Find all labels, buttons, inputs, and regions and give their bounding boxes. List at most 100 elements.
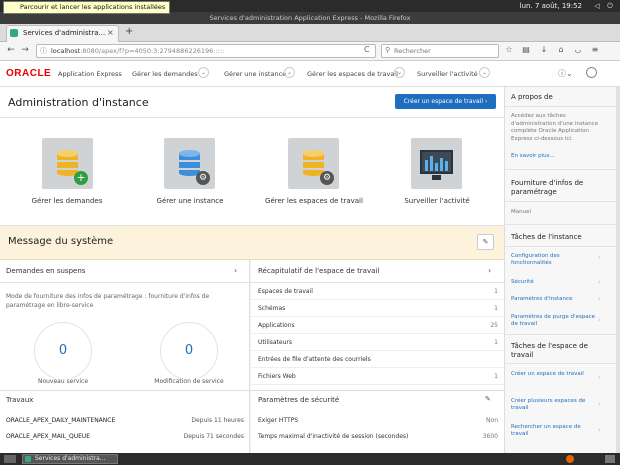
menu-gerer-demandes[interactable]: Gérer les demandes xyxy=(132,66,198,82)
help-icon[interactable]: ⓘ⌄ xyxy=(558,68,573,79)
user-avatar-icon[interactable] xyxy=(586,67,597,78)
database-add-icon[interactable]: + xyxy=(42,138,93,189)
new-service-counter[interactable]: 0 xyxy=(34,322,92,380)
taskbar-window-item[interactable]: Services d'administra... xyxy=(22,454,118,464)
about-text: Accédez aux tâches d'administration d'un… xyxy=(511,113,599,142)
sidebar-link-purge[interactable]: Paramètres de purge d'espace de travail xyxy=(511,314,597,328)
download-icon[interactable]: ↓ xyxy=(539,45,549,54)
summary-label: Entrées de file d'attente des courriels xyxy=(258,356,371,363)
workspace-summary-title[interactable]: Récapitulatif de l'espace de travail xyxy=(258,267,379,275)
sidebar-link-parametres-instance[interactable]: Paramètres d'instance xyxy=(511,296,597,303)
page-title: Administration d'instance xyxy=(8,96,149,109)
chevron-right-icon[interactable]: › xyxy=(234,266,237,275)
instance-tasks-title: Tâches de l'instance xyxy=(511,233,582,241)
system-message-title: Message du système xyxy=(8,236,114,247)
security-label: Temps maximal d'inactivité de session (s… xyxy=(258,433,409,440)
chevron-right-icon[interactable]: › xyxy=(598,253,601,261)
pending-requests-title[interactable]: Demandes en suspens xyxy=(6,267,85,275)
close-tab-icon[interactable]: × xyxy=(107,28,114,37)
oracle-logo[interactable]: ORACLE xyxy=(6,68,51,79)
security-label: Exiger HTTPS xyxy=(258,417,299,424)
menu-surveiller-activite[interactable]: Surveiller l'activité xyxy=(417,66,478,82)
site-info-icon[interactable]: ⓘ xyxy=(40,46,47,56)
firefox-icon[interactable] xyxy=(566,455,574,463)
sidebar-link-find-workspace[interactable]: Rechercher un espace de travail xyxy=(511,424,597,438)
summary-label: Applications xyxy=(258,322,295,329)
hamburger-menu-icon[interactable]: ≡ xyxy=(590,45,600,54)
jobs-title: Travaux xyxy=(6,396,34,404)
speaker-icon[interactable]: ◁ xyxy=(593,2,601,10)
clock[interactable]: lun. 7 août, 19:52 xyxy=(520,1,582,11)
reload-icon[interactable]: C xyxy=(364,45,370,54)
show-desktop-icon[interactable] xyxy=(4,455,16,463)
tile-label[interactable]: Gérer les espaces de travail xyxy=(254,197,374,205)
divider xyxy=(504,363,616,364)
home-icon[interactable]: ⌂ xyxy=(556,45,566,54)
summary-value: 1 xyxy=(494,373,498,380)
table-row[interactable] xyxy=(251,300,504,317)
chevron-down-icon[interactable]: ⌄ xyxy=(284,67,295,78)
power-icon[interactable]: ⏻ xyxy=(606,2,614,10)
chevron-down-icon[interactable]: ⌄ xyxy=(394,67,405,78)
divider xyxy=(504,334,616,335)
divider xyxy=(504,169,616,170)
chevron-right-icon[interactable]: › xyxy=(598,295,601,303)
apex-favicon-icon xyxy=(10,29,18,37)
service-change-counter[interactable]: 0 xyxy=(160,322,218,380)
forward-icon[interactable]: → xyxy=(20,45,30,55)
edit-pencil-icon[interactable]: ✎ xyxy=(485,395,491,403)
summary-label: Fichiers Web xyxy=(258,373,296,380)
pocket-icon[interactable]: ◡ xyxy=(573,45,583,54)
database-gear-icon[interactable]: ⚙ xyxy=(288,138,339,189)
security-settings-title: Paramètres de sécurité xyxy=(258,396,340,404)
search-input[interactable]: Rechercher xyxy=(381,44,499,58)
about-title: A propos de xyxy=(511,93,553,101)
new-service-label: Nouveau service xyxy=(18,378,108,385)
sidebar-link-create-multiple[interactable]: Créer plusieurs espaces de travail xyxy=(511,398,597,412)
job-when: Depuis 71 secondes xyxy=(183,433,244,440)
url-field[interactable]: localhost:8080/apex/f?p=4050:3:279488622… xyxy=(36,44,376,58)
provisioning-value: Manuel xyxy=(511,209,531,215)
sidebar-link-create-workspace[interactable]: Créer un espace de travail xyxy=(511,371,597,378)
security-value: Non xyxy=(486,417,498,424)
tile-label[interactable]: Gérer les demandes xyxy=(7,197,127,205)
summary-label: Utilisateurs xyxy=(258,339,292,346)
chevron-down-icon[interactable]: ⌄ xyxy=(479,67,490,78)
chevron-right-icon[interactable]: › xyxy=(598,426,601,434)
tile-label[interactable]: Surveiller l'activité xyxy=(377,197,497,205)
menu-gerer-instance[interactable]: Gérer une instance xyxy=(224,66,286,82)
service-change-label: Modification de service xyxy=(144,378,234,385)
chevron-right-icon[interactable]: › xyxy=(598,373,601,381)
menu-gerer-espaces[interactable]: Gérer les espaces de travail xyxy=(307,66,398,82)
job-when: Depuis 11 heures xyxy=(191,417,244,424)
workspace-pager-icon[interactable] xyxy=(605,455,615,463)
sidebar-link-securite[interactable]: Sécurité xyxy=(511,279,597,286)
url-path: :8080/apex/f?p=4050:3:2794886226196::::: xyxy=(80,47,225,55)
scrollbar[interactable] xyxy=(616,87,620,453)
create-workspace-button[interactable]: Créer un espace de travail › xyxy=(395,94,496,109)
learn-more-link[interactable]: En savoir plus... xyxy=(511,153,597,160)
tile-label[interactable]: Gérer une instance xyxy=(130,197,250,205)
back-icon[interactable]: ← xyxy=(6,45,16,55)
database-gear-icon[interactable]: ⚙ xyxy=(164,138,215,189)
job-name: ORACLE_APEX_DAILY_MAINTENANCE xyxy=(6,417,116,424)
edit-pencil-icon[interactable]: ✎ xyxy=(477,234,494,250)
applications-tooltip: Parcourir et lancer les applications ins… xyxy=(3,1,171,14)
library-icon[interactable]: ▤ xyxy=(521,45,531,54)
browser-tab[interactable]: Services d'administra... xyxy=(6,25,119,42)
divider xyxy=(504,201,616,202)
workspace-tasks-title: Tâches de l'espace de travail xyxy=(511,342,588,359)
provisioning-mode-text: Mode de fourniture des infos de paramétr… xyxy=(6,293,210,309)
new-tab-icon[interactable]: + xyxy=(125,26,133,37)
monitor-chart-icon[interactable] xyxy=(411,138,462,189)
chevron-right-icon[interactable]: › xyxy=(598,316,601,324)
summary-value: 25 xyxy=(490,322,498,329)
chevron-right-icon[interactable]: › xyxy=(488,266,491,275)
chevron-down-icon[interactable]: ⌄ xyxy=(198,67,209,78)
summary-label: Schémas xyxy=(258,305,286,312)
divider xyxy=(504,224,616,225)
chevron-right-icon[interactable]: › xyxy=(598,400,601,408)
sidebar-link-configuration[interactable]: Configuration des fonctionnalités xyxy=(511,253,597,267)
bookmark-star-icon[interactable]: ☆ xyxy=(504,45,514,54)
chevron-right-icon[interactable]: › xyxy=(598,278,601,286)
